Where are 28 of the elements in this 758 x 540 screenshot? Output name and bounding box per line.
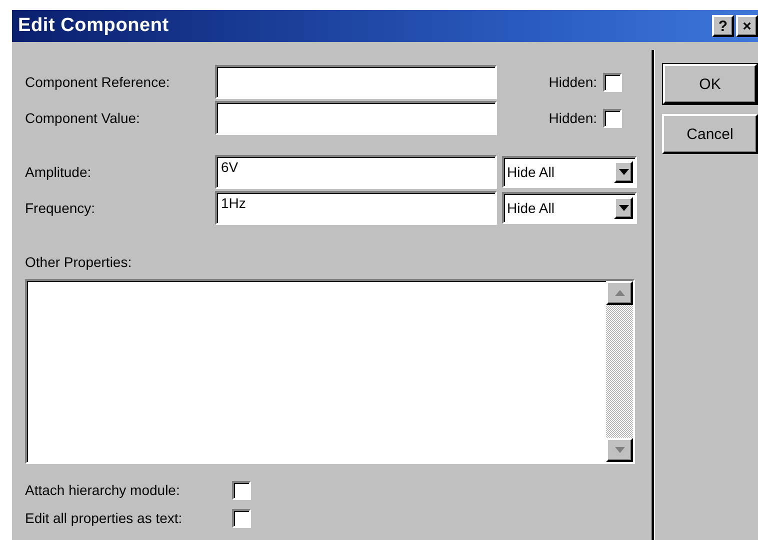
checkbox-label: Hidden:: [548, 74, 597, 90]
input-field[interactable]: [215, 65, 497, 99]
input-field[interactable]: 6V: [215, 155, 497, 189]
checkbox[interactable]: [232, 480, 251, 500]
scrollbar[interactable]: [606, 281, 633, 462]
close-button[interactable]: ×: [736, 15, 758, 37]
dropdown[interactable]: Hide All: [502, 156, 637, 188]
text-area[interactable]: [25, 279, 635, 464]
input-field[interactable]: 1Hz: [215, 191, 497, 225]
cancel-button[interactable]: Cancel: [662, 114, 758, 154]
field-label: Amplitude:: [25, 164, 92, 180]
help-button[interactable]: ?: [712, 15, 734, 37]
checkbox[interactable]: [603, 108, 622, 128]
checkbox-label: Edit all properties as text:: [25, 510, 184, 526]
checkbox-label: Hidden:: [548, 110, 597, 126]
checkbox[interactable]: [232, 508, 251, 528]
input-field[interactable]: [215, 101, 497, 135]
window-title: Edit Component: [18, 15, 170, 37]
checkbox-label: Attach hierarchy module:: [25, 482, 181, 498]
field-label: Other Properties:: [25, 254, 132, 272]
field-label: Frequency:: [25, 200, 96, 216]
scroll-up-icon[interactable]: [606, 281, 633, 305]
field-label: Component Reference:: [25, 74, 171, 90]
checkbox[interactable]: [603, 72, 622, 92]
ok-button[interactable]: OK: [663, 64, 757, 104]
dropdown[interactable]: Hide All: [502, 192, 637, 224]
scroll-down-icon[interactable]: [606, 438, 633, 462]
field-label: Component Value:: [25, 110, 141, 126]
